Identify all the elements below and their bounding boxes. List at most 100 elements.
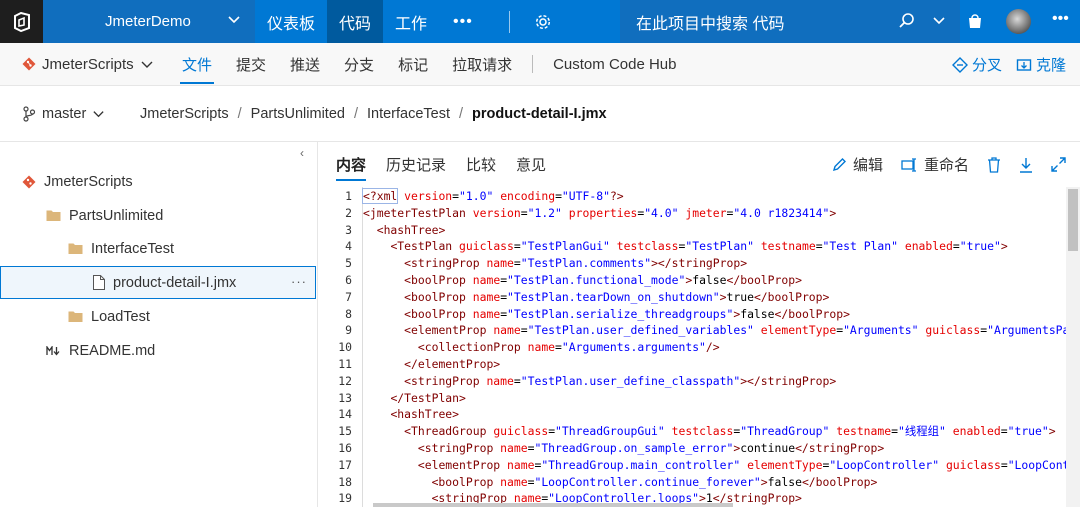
vertical-scrollbar[interactable]: [1066, 187, 1080, 507]
breadcrumb-folder-interfacetest[interactable]: InterfaceTest: [367, 106, 450, 122]
code-token: testname: [836, 424, 892, 439]
nav-more-button[interactable]: •••: [439, 13, 487, 31]
tab-pull-requests[interactable]: 拉取请求: [440, 43, 524, 86]
code-line: <hashTree>: [363, 406, 459, 423]
code-line: <jmeterTestPlan version="1.2" properties…: [363, 205, 836, 222]
code-token: name: [493, 323, 521, 338]
code-token: =: [520, 205, 528, 220]
code-token: "ThreadGroup.on_sample_error": [534, 441, 734, 455]
trash-icon[interactable]: [987, 156, 1001, 173]
repo-selector[interactable]: JmeterScripts: [0, 56, 170, 73]
code-token: =: [452, 189, 460, 203]
tab-branches[interactable]: 分支: [332, 43, 386, 86]
download-icon[interactable]: [1019, 157, 1033, 173]
code-token: </boolProp>: [753, 289, 830, 304]
code-token: "ArgumentsPa: [987, 323, 1070, 338]
azure-devops-logo-icon[interactable]: [0, 0, 43, 43]
line-number: 19: [338, 491, 352, 506]
chevron-down-icon[interactable]: [932, 13, 946, 27]
tab-history[interactable]: 历史记录: [376, 142, 456, 187]
expand-icon[interactable]: [1051, 157, 1066, 172]
tab-compare[interactable]: 比较: [456, 142, 506, 187]
nav-divider: [508, 10, 510, 33]
branch-selector[interactable]: master: [0, 106, 140, 122]
project-name: JmeterDemo: [105, 13, 191, 30]
tab-commits[interactable]: 提交: [224, 43, 278, 86]
tab-contents[interactable]: 内容: [326, 142, 376, 187]
vertical-scrollbar-thumb[interactable]: [1068, 189, 1078, 251]
tab-pushes[interactable]: 推送: [278, 43, 332, 86]
code-token: "ThreadGroupGui": [555, 424, 665, 439]
tab-tags[interactable]: 标记: [386, 43, 440, 86]
line-number: 12: [338, 373, 352, 388]
project-selector[interactable]: JmeterDemo: [43, 0, 255, 43]
code-editor[interactable]: 1 2 3 4 5 6 7 8 9 10 11 12 13 14 15 16 17 18 19 <?xml vers…: [318, 187, 1080, 507]
file-actions: 编辑 重命名: [832, 142, 1066, 187]
breadcrumb-repo[interactable]: JmeterScripts: [140, 106, 229, 122]
code-hub-bar: JmeterScripts 文件 提交 推送 分支 标记 拉取请求 Custom…: [0, 43, 1080, 86]
code-token: =: [555, 189, 562, 203]
nav-dashboard[interactable]: 仪表板: [255, 0, 327, 43]
nav-code[interactable]: 代码: [327, 0, 384, 43]
code-token: =: [1000, 424, 1008, 439]
gear-icon[interactable]: [534, 13, 552, 31]
repo-name: JmeterScripts: [42, 55, 134, 73]
repo-actions: 分叉 克隆: [951, 43, 1080, 86]
tree-item-readme[interactable]: README.md: [46, 334, 155, 367]
code-token: </boolProp>: [726, 273, 802, 287]
collapse-tree-button[interactable]: ‹: [300, 146, 304, 160]
line-number: 14: [338, 407, 352, 422]
line-number: 18: [338, 474, 352, 489]
horizontal-scrollbar-thumb[interactable]: [373, 503, 733, 507]
code-token: </boolProp>: [801, 474, 878, 489]
rename-label: 重命名: [923, 157, 969, 174]
nav-work[interactable]: 工作: [383, 0, 439, 43]
code-area[interactable]: <?xml version="1.0" encoding="UTF-8"?> <j…: [361, 187, 1080, 507]
code-token: =: [891, 424, 898, 439]
code-token: =: [513, 256, 521, 271]
user-avatar[interactable]: [1006, 9, 1031, 34]
code-token: "1.0": [459, 189, 494, 203]
tab-comments[interactable]: 意见: [506, 142, 556, 187]
edit-button[interactable]: 编辑: [832, 154, 883, 175]
code-token: version: [472, 205, 521, 220]
code-token: "TestPlan.tearDown_on_shutdown": [507, 289, 720, 304]
code-token: ></stringProp>: [651, 256, 748, 271]
code-token: "TestPlanGui": [520, 239, 610, 254]
more-options-button[interactable]: •••: [1052, 10, 1069, 28]
code-token: =: [555, 340, 562, 355]
fork-button[interactable]: 分叉: [951, 54, 1002, 75]
search-box[interactable]: 在此项目中搜索 代码: [620, 0, 960, 43]
line-number: 13: [338, 390, 352, 405]
clone-button[interactable]: 克隆: [1016, 54, 1066, 75]
rename-icon: [901, 157, 916, 172]
code-line: <stringProp name="TestPlan.comments"></s…: [363, 255, 747, 272]
shopping-bag-icon[interactable]: [966, 12, 984, 30]
search-icon[interactable]: [898, 12, 916, 30]
rename-button[interactable]: 重命名: [901, 154, 969, 175]
code-token: <elementProp: [417, 457, 501, 472]
breadcrumb-folder-partsunlimited[interactable]: PartsUnlimited: [251, 106, 345, 122]
tab-custom-code-hub[interactable]: Custom Code Hub: [541, 43, 688, 86]
tree-item-label: README.md: [69, 342, 156, 359]
line-number: 7: [345, 289, 352, 304]
code-token: =: [815, 239, 823, 254]
code-token: encoding: [500, 189, 556, 203]
code-token: testname: [760, 239, 816, 254]
tree-item-more-button[interactable]: ···: [291, 274, 307, 289]
tree-item-partsunlimited[interactable]: PartsUnlimited: [46, 199, 163, 232]
tree-item-interfacetest[interactable]: InterfaceTest: [68, 232, 174, 265]
breadcrumb-separator: /: [459, 105, 464, 122]
tab-files[interactable]: 文件: [170, 43, 224, 86]
tree-item-repo-root[interactable]: JmeterScripts: [22, 165, 133, 198]
code-token: testclass: [671, 424, 734, 439]
tree-item-product-detail-file[interactable]: product-detail-I.jmx ···: [0, 266, 316, 299]
code-token: "TestPlan.comments": [520, 256, 652, 271]
tree-item-loadtest[interactable]: LoadTest: [68, 300, 150, 333]
chevron-down-icon: [228, 16, 240, 24]
